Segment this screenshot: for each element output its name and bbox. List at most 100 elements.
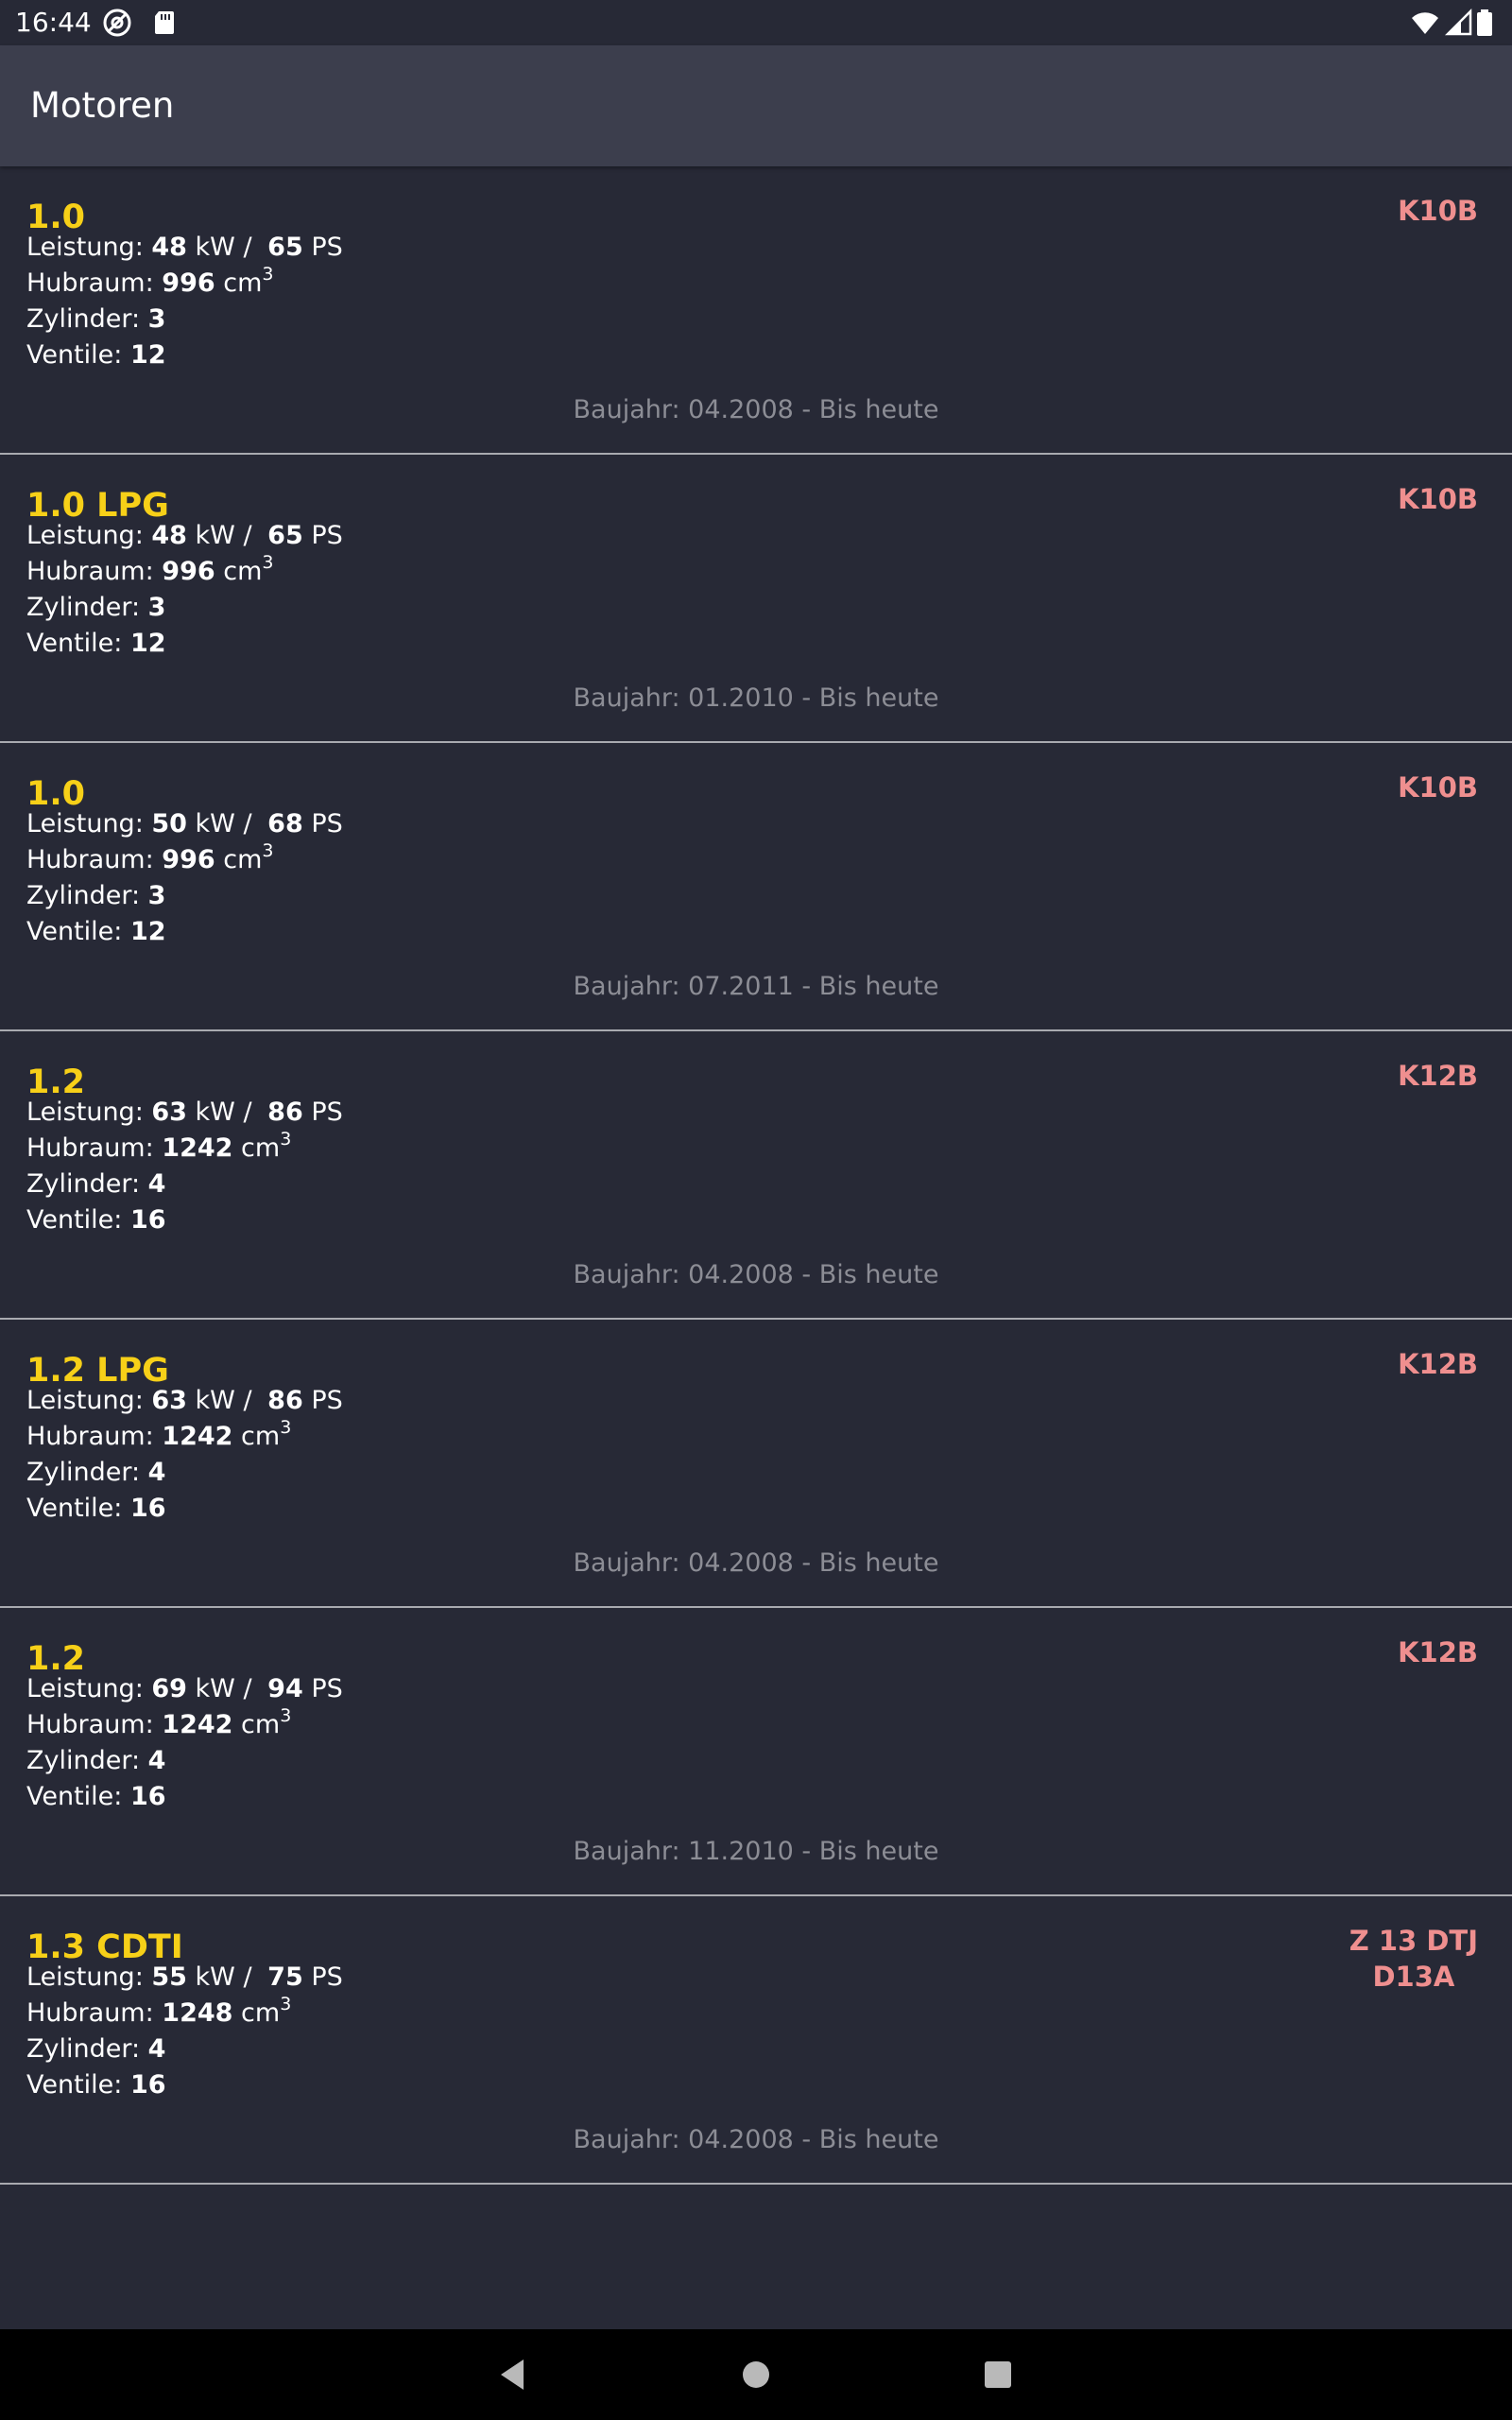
- spec-ventile: Ventile: 16: [26, 1203, 166, 1237]
- spec-label: Ventile:: [26, 1205, 130, 1235]
- spec-unit: cm: [232, 1133, 281, 1163]
- spec-zylinder-value: 3: [147, 881, 166, 910]
- spec-hubraum: Hubraum: 1242 cm3: [26, 1129, 292, 1166]
- spec-zylinder: Zylinder: 4: [26, 1744, 165, 1778]
- engine-list-item[interactable]: 1.0 LPG K10B Leistung: 48 kW / 65 PS Hubrau…: [0, 455, 1512, 743]
- engine-list-item[interactable]: 1.2 LPG K12B Leistung: 63 kW / 86 PS Hubrau…: [0, 1320, 1512, 1608]
- spec-hubraum-value: 996: [162, 557, 215, 586]
- back-icon[interactable]: [490, 2352, 535, 2397]
- spec-ventile: Ventile: 16: [26, 1780, 166, 1814]
- spec-hubraum: Hubraum: 1248 cm3: [26, 1996, 291, 2031]
- spec-unit: kW /: [186, 1962, 261, 1992]
- engine-code-line: Z 13 DTJ: [1349, 1925, 1478, 1957]
- spec-hubraum: Hubraum: 996 cm3: [26, 264, 274, 301]
- spec-unit-superscript: 3: [280, 1417, 292, 1438]
- spec-unit: PS: [302, 1674, 343, 1703]
- engine-code-line: K10B: [1398, 771, 1478, 804]
- engine-code-line: K12B: [1398, 1348, 1478, 1380]
- spec-zylinder: Zylinder: 4: [26, 2032, 165, 2066]
- spec-unit: PS: [302, 1962, 343, 1992]
- spec-unit: cm: [215, 268, 263, 298]
- spec-zylinder: Zylinder: 4: [26, 1167, 165, 1201]
- spec-zylinder-value: 4: [147, 1746, 166, 1775]
- engine-code-line: K10B: [1398, 483, 1478, 515]
- spec-hubraum-value: 1242: [162, 1710, 233, 1739]
- spec-kw-value: 69: [151, 1674, 187, 1703]
- spec-unit: kW /: [186, 1674, 261, 1703]
- spec-ventile-value: 12: [129, 629, 166, 658]
- spec-label: Leistung:: [26, 233, 152, 262]
- spec-ps-value: 65: [267, 521, 303, 550]
- spec-unit: kW /: [186, 1098, 261, 1127]
- spec-ps-value: 86: [267, 1098, 303, 1127]
- spec-leistung: Leistung: 69 kW / 94 PS: [26, 1672, 343, 1706]
- spec-ps-value: 65: [267, 233, 303, 262]
- spec-label: Ventile:: [26, 1494, 130, 1523]
- baujahr-text: Baujahr: 04.2008 - Bis heute: [573, 2125, 939, 2154]
- spec-label: Hubraum:: [26, 1998, 163, 2028]
- spec-kw-value: 50: [151, 809, 187, 838]
- engine-code-line: K10B: [1398, 195, 1478, 227]
- spec-kw-value: 63: [151, 1386, 187, 1415]
- navigation-bar: [0, 2329, 1512, 2420]
- spec-ventile: Ventile: 12: [26, 627, 166, 661]
- spec-unit: PS: [302, 1386, 343, 1415]
- spec-hubraum-value: 1248: [162, 1998, 233, 2028]
- engine-list-item[interactable]: 1.2 K12B Leistung: 63 kW / 86 PS Hubraum: 1…: [0, 1031, 1512, 1320]
- spec-unit-superscript: 3: [280, 1994, 292, 2014]
- engine-code: Z 13 DTJ D13A: [1349, 1923, 1478, 1995]
- spec-unit: kW /: [186, 233, 261, 262]
- spec-unit-superscript: 3: [262, 552, 274, 573]
- baujahr-text: Baujahr: 04.2008 - Bis heute: [573, 1548, 939, 1578]
- engine-code: K10B: [1398, 481, 1478, 517]
- engine-code: K12B: [1398, 1058, 1478, 1094]
- spec-unit: cm: [215, 557, 263, 586]
- spec-hubraum: Hubraum: 996 cm3: [26, 552, 274, 589]
- engine-code: K12B: [1398, 1634, 1478, 1670]
- spec-label: Ventile:: [26, 1782, 130, 1811]
- at-sign-icon: [103, 9, 131, 37]
- spec-unit: PS: [302, 521, 343, 550]
- spec-label: Leistung:: [26, 1962, 152, 1992]
- spec-label: Hubraum:: [26, 1710, 163, 1739]
- engine-list-item[interactable]: 1.0 K10B Leistung: 48 kW / 65 PS Hubraum: 9…: [0, 166, 1512, 455]
- spec-label: Leistung:: [26, 521, 152, 550]
- spec-zylinder: Zylinder: 4: [26, 1456, 165, 1490]
- engine-code: K10B: [1398, 769, 1478, 805]
- engine-list-item[interactable]: 1.2 K12B Leistung: 69 kW / 94 PS Hubraum: 1…: [0, 1608, 1512, 1896]
- spec-unit-superscript: 3: [280, 1129, 292, 1150]
- engine-code-line: K12B: [1398, 1636, 1478, 1668]
- spec-zylinder: Zylinder: 3: [26, 879, 165, 913]
- engine-code-line: D13A: [1372, 1961, 1455, 1993]
- spec-ventile: Ventile: 12: [26, 338, 166, 372]
- spec-leistung: Leistung: 63 kW / 86 PS: [26, 1384, 343, 1418]
- baujahr-text: Baujahr: 04.2008 - Bis heute: [573, 395, 939, 424]
- spec-hubraum-value: 996: [162, 845, 215, 874]
- baujahr-text: Baujahr: 11.2010 - Bis heute: [573, 1837, 939, 1866]
- recents-icon[interactable]: [975, 2352, 1021, 2397]
- spec-zylinder: Zylinder: 3: [26, 302, 165, 337]
- spec-ps-value: 68: [267, 809, 303, 838]
- spec-hubraum-value: 996: [162, 268, 215, 298]
- spec-unit: PS: [302, 233, 343, 262]
- spec-ventile: Ventile: 16: [26, 1492, 166, 1526]
- spec-label: Hubraum:: [26, 1422, 163, 1451]
- engine-list-item[interactable]: 1.3 CDTI Z 13 DTJ D13A Leistung: 55 kW / 75…: [0, 1896, 1512, 2185]
- spec-label: Hubraum:: [26, 557, 163, 586]
- home-icon[interactable]: [733, 2352, 779, 2397]
- spec-unit-superscript: 3: [262, 264, 274, 285]
- spec-ventile: Ventile: 16: [26, 2068, 166, 2102]
- engine-code-line: K12B: [1398, 1060, 1478, 1092]
- spec-kw-value: 48: [151, 233, 187, 262]
- spec-leistung: Leistung: 50 kW / 68 PS: [26, 807, 343, 841]
- battery-icon: [1477, 9, 1492, 36]
- spec-label: Leistung:: [26, 809, 152, 838]
- engine-list-item[interactable]: 1.0 K10B Leistung: 50 kW / 68 PS Hubraum: 9…: [0, 743, 1512, 1031]
- spec-unit: cm: [215, 845, 263, 874]
- spec-leistung: Leistung: 48 kW / 65 PS: [26, 519, 343, 553]
- spec-ventile-value: 12: [129, 340, 166, 370]
- spec-hubraum: Hubraum: 1242 cm3: [26, 1707, 291, 1742]
- spec-label: Zylinder:: [26, 304, 148, 334]
- spec-ps-value: 94: [267, 1674, 303, 1703]
- spec-ventile-value: 16: [129, 1205, 166, 1235]
